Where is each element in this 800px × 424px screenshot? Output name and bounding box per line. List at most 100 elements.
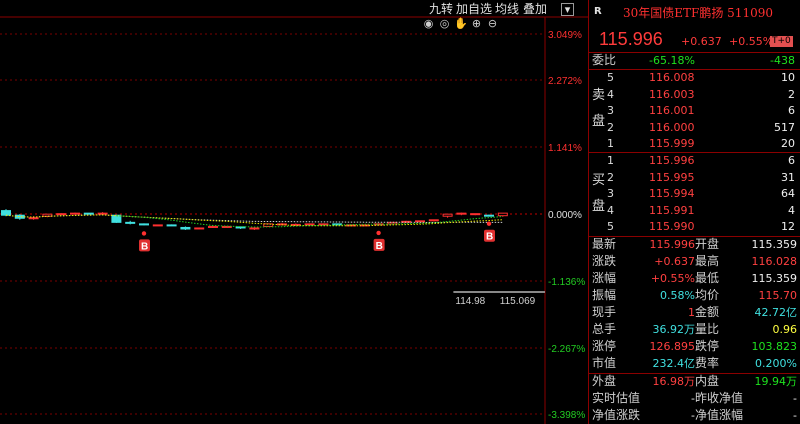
quote-row: 振幅 0.58% 均价 115.70 [589,287,800,304]
quote-value: 0.200% [755,357,797,370]
quote-value: 42.72亿 [754,306,798,319]
quote-value: 0.96 [772,323,798,336]
quote-row: 净值涨跌 - 净值涨幅 - [589,407,800,424]
eye-open-icon[interactable]: ◉ [422,17,435,30]
y-axis-label: -3.398% [548,410,585,421]
quote-label: 金额 [695,305,720,319]
zoom-out-icon[interactable]: ⊖ [486,17,499,30]
candle-body [56,213,67,216]
bid-price: 115.994 [649,187,695,201]
candle-body [1,210,11,216]
quote-label: 最新 [592,237,617,251]
weibi-diff: -438 [770,54,795,67]
y-axis-label: 1.141% [548,143,582,154]
quote-label: 外盘 [592,374,617,388]
candle-body [249,227,260,230]
buy-marker-label: B [376,241,383,252]
quote-row: 涨停 126.895 跌停 103.823 [589,338,800,355]
nine-turn-button[interactable]: 九转 [429,1,453,17]
bid-level: 3 [607,187,614,201]
zoom-in-icon[interactable]: ⊕ [470,17,483,30]
candle-body [125,221,136,224]
quote-label: 量比 [695,322,720,336]
buy-marker-dot [376,230,381,236]
y-axis-label: -1.136% [548,277,585,288]
ask-row[interactable]: 5 116.008 10 [589,69,800,86]
quote-value: 232.4亿 [652,357,696,370]
ask-price: 116.003 [649,87,695,101]
buy-marker-dot [486,221,492,226]
bid-volume: 4 [788,203,795,217]
candle-body [484,214,494,217]
candle-body [332,223,343,226]
ask-price: 116.001 [649,104,695,118]
ask-level: 4 [607,87,614,101]
quote-label: 昨收净值 [695,391,744,405]
last-price: 115.996 [599,29,663,49]
ma-line-ma-yellow [5,214,503,227]
candle-body [415,220,425,223]
bid-level: 4 [607,203,614,217]
candle-body [290,223,301,226]
add-watchlist-button[interactable]: 加自选 [456,1,492,17]
quote-value: 16.98万 [652,375,696,388]
quote-label: 涨幅 [592,271,617,285]
security-title[interactable]: 30年国债ETF鹏扬 511090 [623,4,773,21]
overlay-button[interactable]: 叠加 [523,1,547,17]
eye-hide-icon[interactable]: ◎ [438,17,451,30]
quote-label: 涨停 [592,339,617,353]
chart-toolbar: 九转 加自选 均线 叠加 ▾ ◉ ◎ ✋ ⊕ ⊖ [420,0,588,34]
ask-row[interactable]: 3 116.001 6 [589,102,800,119]
bid-row[interactable]: 2 115.995 31 [589,169,800,186]
candle-body [180,226,191,230]
ask-row[interactable]: 4 116.003 2 [589,86,800,103]
bid-level: 2 [607,170,614,184]
quote-row: 外盘 16.98万 内盘 19.94万 [589,373,800,390]
ask-row[interactable]: 1 115.999 20 [589,135,800,152]
quote-value: 19.94万 [754,375,798,388]
quote-label: 净值涨幅 [695,408,744,422]
r-mark: R [594,6,602,17]
quote-value: 116.028 [751,255,798,268]
bid-row[interactable]: 5 115.990 12 [589,218,800,235]
quote-label: 现手 [592,305,617,319]
bid-row[interactable]: 1 115.996 6 [589,152,800,169]
quote-label: 内盘 [695,374,720,388]
quote-label: 净值涨跌 [592,408,641,422]
quote-value: +0.637 [654,255,695,268]
candle-body [470,213,481,216]
more-dropdown-icon[interactable]: ▾ [561,3,574,16]
ask-volume: 2 [788,87,795,101]
quote-label: 实时估值 [592,391,641,405]
quote-row: 最新 115.996 开盘 115.359 [589,236,800,253]
bid-price: 115.996 [649,154,695,167]
price-annotation: 114.98 [455,296,485,307]
weibi-label: 委比 [592,53,617,67]
candlestick-chart[interactable]: 3.049%2.272%1.141%0.000%-1.136%-2.267%-3… [0,0,588,424]
bid-volume: 12 [781,220,795,234]
ask-volume: 10 [781,71,795,84]
bid-price: 115.990 [649,220,695,234]
quote-label: 振幅 [592,288,617,302]
ask-row[interactable]: 2 116.000 517 [589,119,800,136]
candle-body [304,223,315,226]
ask-price: 115.999 [649,137,695,151]
bid-price: 115.991 [649,203,695,217]
quote-label: 均价 [695,288,720,302]
quote-label: 跌停 [695,339,720,353]
quote-value: 115.359 [751,272,798,285]
bid-row[interactable]: 3 115.994 64 [589,185,800,202]
candle-body [359,224,370,227]
bid-row[interactable]: 4 115.991 4 [589,202,800,219]
hand-icon[interactable]: ✋ [454,17,468,30]
buy-marker-label: B [141,241,148,252]
bid-level: 1 [607,154,614,167]
candle-body [166,224,177,227]
moving-average-button[interactable]: 均线 [495,1,519,17]
quote-value: - [793,392,797,405]
candle-body [139,223,149,226]
quote-label: 涨跌 [592,254,617,268]
y-axis-label: 0.000% [548,210,582,221]
candle-body [97,212,108,215]
candle-body [235,226,246,229]
